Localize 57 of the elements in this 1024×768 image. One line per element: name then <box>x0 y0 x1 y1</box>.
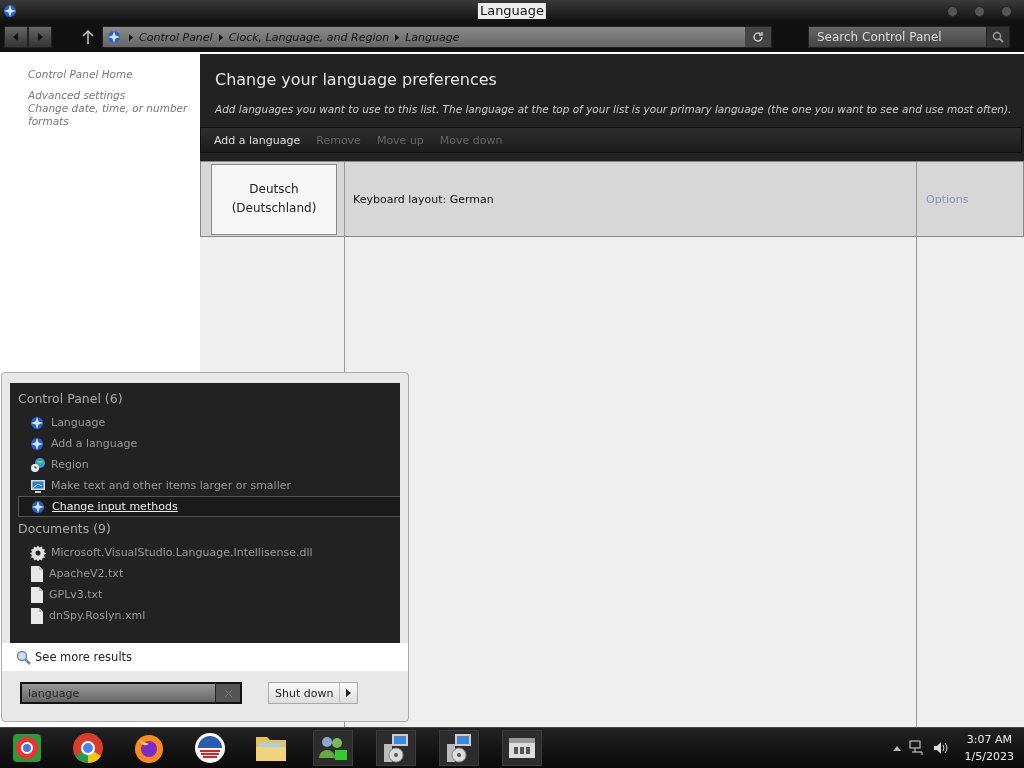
sidebar-link[interactable]: Change date, time, or number formats <box>28 102 200 128</box>
page-heading: Change your language preferences <box>215 70 498 89</box>
right-triangle-icon <box>36 33 44 41</box>
device-icon[interactable] <box>507 735 537 761</box>
description-text: Add languages you want to use to this list. The language at the top of your list is your primary language (the one you want to see and use most often). <box>215 103 1013 115</box>
network-icon[interactable] <box>908 740 925 756</box>
browser-icon[interactable] <box>11 732 43 764</box>
search-result[interactable]: dnSpy.Roslyn.xml <box>18 605 400 626</box>
date-text: 1/5/2023 <box>964 749 1014 765</box>
chevron-icon <box>129 33 133 41</box>
sidebar-link[interactable]: Advanced settings <box>28 89 200 102</box>
search-result[interactable]: Language <box>18 412 400 433</box>
keyboard-layout-text: Keyboard layout: German <box>352 192 494 206</box>
search-result[interactable]: Make text and other items larger or smaller <box>18 475 400 496</box>
browser-icon[interactable] <box>72 732 104 764</box>
time-text: 3:07 AM <box>965 732 1013 748</box>
sidebar-link[interactable]: Control Panel Home <box>28 68 200 81</box>
clock[interactable]: 3:07 AM 1/5/2023 <box>964 731 1014 765</box>
toolbar-button[interactable]: Add a language <box>206 133 309 147</box>
breadcrumb-item[interactable]: Clock, Language, and Region <box>228 30 390 44</box>
breadcrumb-item[interactable]: Language <box>405 30 460 44</box>
monitor-icon <box>30 477 46 494</box>
speaker-icon[interactable] <box>932 740 949 756</box>
gear-icon <box>30 544 46 561</box>
search-result[interactable]: Region <box>18 454 400 475</box>
document-icon <box>30 586 44 603</box>
search-result[interactable]: Microsoft.VisualStudio.Language.Intellisense.dll <box>18 542 400 563</box>
document-icon <box>30 565 44 582</box>
search-result[interactable]: ApacheV2.txt <box>18 563 400 584</box>
search-result[interactable]: GPLv3.txt <box>18 584 400 605</box>
document-icon <box>30 607 44 624</box>
search-field[interactable]: language <box>20 682 216 704</box>
right-triangle-icon <box>346 689 352 697</box>
breadcrumb-item[interactable]: Control Panel <box>139 30 213 44</box>
see-more-link[interactable]: See more results <box>2 643 408 671</box>
search-field[interactable]: Search Control Panel <box>808 26 986 48</box>
address-bar[interactable]: Control Panel Clock, Language, and Region Language <box>102 26 772 48</box>
chevron-icon <box>218 33 223 41</box>
window-title: Language <box>477 3 547 19</box>
search-result[interactable]: Change input methods <box>18 496 400 517</box>
people-icon[interactable] <box>317 734 349 762</box>
rising-sun-logo-icon[interactable] <box>194 732 226 764</box>
back-button[interactable] <box>4 26 28 48</box>
up-arrow-icon[interactable] <box>82 30 94 44</box>
search-result[interactable]: Add a language <box>18 433 400 454</box>
forward-button[interactable] <box>28 26 52 48</box>
chevron-icon <box>395 33 400 41</box>
search-icon <box>16 649 31 665</box>
language-tile[interactable]: Deutsch (Deutschland) <box>211 163 337 235</box>
refresh-icon <box>752 31 764 43</box>
globe-clock-icon <box>30 456 46 473</box>
search-icon[interactable] <box>992 31 1004 43</box>
caret-icon[interactable] <box>892 745 901 751</box>
group-heading: Control Panel (6) <box>18 391 124 406</box>
refresh-button[interactable] <box>745 27 771 47</box>
left-triangle-icon <box>12 33 20 41</box>
group-heading: Documents (9) <box>18 521 112 536</box>
